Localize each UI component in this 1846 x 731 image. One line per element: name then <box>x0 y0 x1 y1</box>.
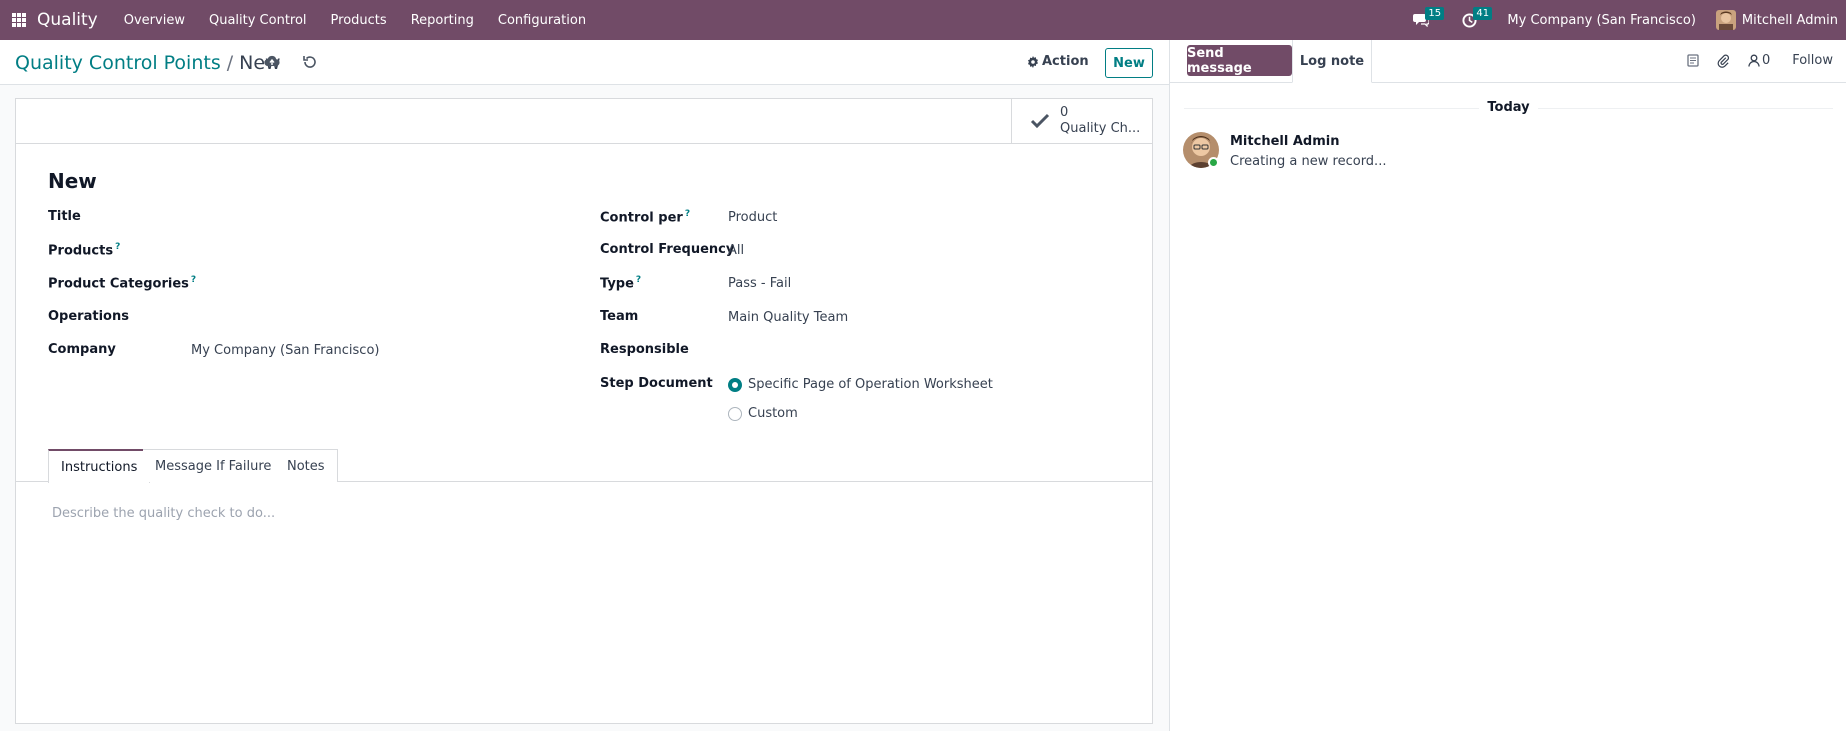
online-status-icon <box>1208 157 1219 168</box>
products-input[interactable] <box>193 242 573 260</box>
record-title[interactable]: New <box>48 169 97 193</box>
quality-checks-smart-button[interactable]: 0 Quality Ch... <box>1011 99 1152 143</box>
operations-input[interactable] <box>193 309 573 327</box>
menu-configuration[interactable]: Configuration <box>498 13 586 28</box>
title-input[interactable] <box>193 209 573 227</box>
team-select[interactable]: Main Quality Team <box>728 310 848 325</box>
user-avatar[interactable] <box>1715 10 1736 30</box>
company-select[interactable]: My Company (San Francisco) <box>191 343 379 358</box>
followers-button[interactable]: 0 <box>1748 53 1770 68</box>
followers-count: 0 <box>1761 53 1771 68</box>
person-icon <box>1748 54 1760 67</box>
breadcrumb-separator: / <box>226 52 234 74</box>
form-sheet: 0 Quality Ch... New Title Products? Prod… <box>15 98 1153 724</box>
messages-badge: 15 <box>1425 7 1445 20</box>
instructions-editor[interactable]: Describe the quality check to do... <box>52 506 275 521</box>
chatter-panel: Send message Log note 0 Follow Today Mit… <box>1169 40 1846 731</box>
field-label-product-categories: Product Categories? <box>48 275 197 292</box>
menu-reporting[interactable]: Reporting <box>411 13 474 28</box>
control-frequency-select[interactable]: All <box>728 243 744 258</box>
responsible-input[interactable] <box>728 342 1128 360</box>
activities-badge: 41 <box>1473 7 1493 20</box>
products-help-icon[interactable]: ? <box>115 242 120 252</box>
notebook-tabs: Instructions Message If Failure Notes <box>16 449 1152 483</box>
follow-button[interactable]: Follow <box>1792 53 1833 68</box>
field-label-title: Title <box>48 209 81 224</box>
field-label-control-frequency: Control Frequency <box>600 242 735 257</box>
control-panel: Quality Control Points / New Action New <box>0 40 1169 85</box>
date-separator: Today <box>1170 100 1846 115</box>
new-record-button[interactable]: New <box>1105 48 1153 78</box>
field-label-responsible: Responsible <box>600 342 689 357</box>
company-switcher[interactable]: My Company (San Francisco) <box>1507 13 1695 28</box>
tab-instructions[interactable]: Instructions <box>48 449 151 483</box>
field-label-company: Company <box>48 342 116 357</box>
chatter-topbar: Send message Log note 0 Follow <box>1170 40 1846 83</box>
action-label: Action <box>1042 54 1089 69</box>
message-author[interactable]: Mitchell Admin <box>1230 134 1339 149</box>
user-name[interactable]: Mitchell Admin <box>1742 13 1838 28</box>
step-document-option-custom[interactable]: Custom <box>748 406 798 421</box>
field-label-team: Team <box>600 309 639 324</box>
gear-icon <box>1027 55 1039 68</box>
tab-notes[interactable]: Notes <box>275 449 338 482</box>
action-menu-button[interactable]: Action <box>1027 54 1089 69</box>
check-icon <box>1030 113 1050 129</box>
discard-undo-icon[interactable] <box>302 53 318 69</box>
quality-checks-label: Quality Ch... <box>1060 121 1141 136</box>
step-document-radio-custom[interactable] <box>728 407 742 421</box>
app-brand[interactable]: Quality <box>37 10 98 30</box>
tab-message-if-failure[interactable]: Message If Failure <box>143 449 285 482</box>
quality-checks-count: 0 <box>1060 105 1069 120</box>
step-document-radio-specific-page[interactable] <box>728 378 742 392</box>
field-label-step-document: Step Document <box>600 376 713 391</box>
type-select[interactable]: Pass - Fail <box>728 276 791 291</box>
paperclip-icon[interactable] <box>1717 54 1730 68</box>
control-per-help-icon[interactable]: ? <box>685 209 690 219</box>
type-help-icon[interactable]: ? <box>636 275 641 285</box>
breadcrumb: Quality Control Points / New <box>15 52 281 74</box>
field-label-products: Products? <box>48 242 121 259</box>
activities-clock-icon[interactable]: 41 <box>1459 7 1493 30</box>
save-cloud-icon[interactable] <box>264 53 280 69</box>
messages-icon[interactable]: 15 <box>1411 7 1445 30</box>
field-label-control-per: Control per? <box>600 209 691 226</box>
smart-button-box: 0 Quality Ch... <box>16 99 1152 144</box>
send-message-button[interactable]: Send message <box>1187 45 1292 76</box>
activity-book-icon[interactable] <box>1687 54 1699 67</box>
step-document-option-specific-page[interactable]: Specific Page of Operation Worksheet <box>748 377 993 392</box>
menu-products[interactable]: Products <box>331 13 387 28</box>
menu-overview[interactable]: Overview <box>124 13 185 28</box>
message-body: Creating a new record... <box>1230 154 1387 169</box>
apps-grid-icon[interactable] <box>12 13 26 27</box>
field-label-operations: Operations <box>48 309 129 324</box>
product-categories-input[interactable] <box>193 275 573 293</box>
menu-quality-control[interactable]: Quality Control <box>209 13 307 28</box>
log-note-button[interactable]: Log note <box>1292 40 1372 83</box>
top-navbar: Quality Overview Quality Control Product… <box>0 0 1846 40</box>
breadcrumb-parent-link[interactable]: Quality Control Points <box>15 52 221 74</box>
field-label-type: Type? <box>600 275 642 292</box>
control-per-select[interactable]: Product <box>728 210 777 225</box>
